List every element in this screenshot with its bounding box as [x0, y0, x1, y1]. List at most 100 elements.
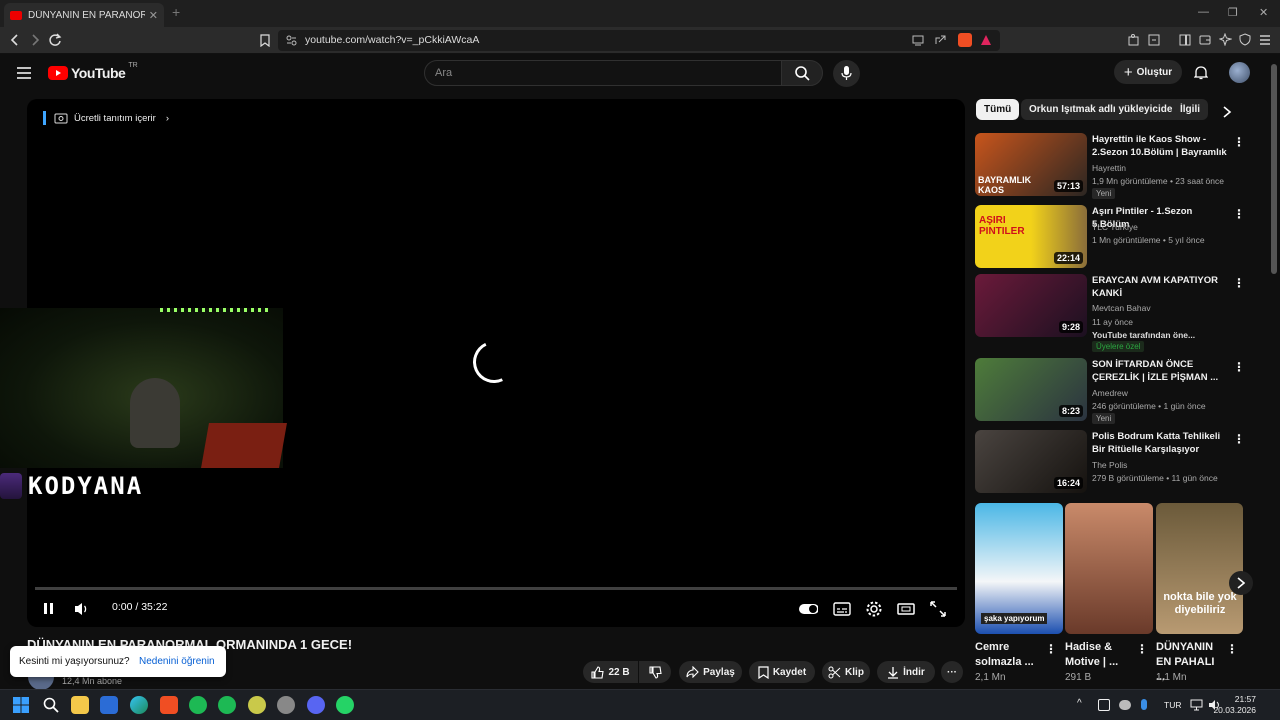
share-page-icon[interactable] [934, 34, 946, 46]
brave-icon[interactable] [160, 696, 178, 714]
browser-tab[interactable]: DÜNYANIN EN PARANORMAL O ✕ [4, 3, 164, 27]
new-tab-icon[interactable]: + [172, 4, 180, 20]
page-scrollbar[interactable] [1271, 64, 1277, 274]
youtube-logo[interactable]: YouTube TR [48, 62, 138, 81]
sidebar-toggle-icon[interactable] [1179, 34, 1191, 46]
search-button[interactable] [781, 60, 823, 86]
edge-icon[interactable] [130, 696, 148, 714]
tray-overflow-icon[interactable]: ^ [1077, 698, 1082, 709]
more-vertical-icon[interactable]: ⋮ [1233, 276, 1245, 290]
clip-button[interactable]: Klip [822, 661, 870, 683]
more-vertical-icon[interactable]: ⋮ [1226, 642, 1238, 656]
learn-why-link[interactable]: Nedenini öğrenin [139, 656, 215, 667]
short-thumbnail[interactable]: şaka yapıyorum [975, 503, 1063, 634]
vpn-shield-icon[interactable] [1239, 33, 1251, 46]
recommendation-card[interactable]: BAYRAMLIK KAOS 57:13 Hayrettin ile Kaos … [975, 133, 1265, 199]
video-title[interactable]: ERAYCAN AVM KAPATIYOR KANKİ [1092, 274, 1232, 300]
more-vertical-icon[interactable]: ⋮ [1233, 135, 1245, 149]
file-explorer-icon[interactable] [71, 696, 89, 714]
channel-name[interactable]: TLC Turkiye [1092, 222, 1138, 232]
microphone-tray-icon[interactable] [1141, 699, 1147, 710]
extensions-icon[interactable] [1128, 34, 1140, 46]
video-title[interactable]: Hayrettin ile Kaos Show - 2.Sezon 10.Böl… [1092, 133, 1232, 159]
forward-icon[interactable] [29, 34, 41, 46]
video-thumbnail[interactable]: BAYRAMLIK KAOS 57:13 [975, 133, 1087, 196]
minimize-icon[interactable]: — [1198, 6, 1209, 18]
dislike-button[interactable] [639, 661, 671, 683]
app-green-icon[interactable] [189, 696, 207, 714]
video-thumbnail[interactable]: 16:24 [975, 430, 1087, 493]
reload-icon[interactable] [48, 33, 62, 47]
channel-name[interactable]: Hayrettin [1092, 163, 1126, 173]
back-icon[interactable] [9, 34, 21, 46]
bookmark-icon[interactable] [260, 34, 270, 47]
more-actions-button[interactable]: ··· [941, 661, 963, 683]
site-info-icon[interactable] [286, 35, 297, 46]
language-indicator[interactable]: TUR [1164, 700, 1181, 710]
short-title[interactable]: Cemre solmazla ... [975, 640, 1045, 670]
cloud-icon[interactable] [1119, 700, 1131, 710]
brave-shield-icon[interactable] [958, 33, 972, 47]
recommendation-card[interactable]: 8:23 SON İFTARDAN ÖNCE ÇEREZLİK | İZLE P… [975, 358, 1265, 424]
address-bar[interactable]: youtube.com/watch?v=_pCkkiAWcaA [278, 30, 1000, 51]
video-title[interactable]: Polis Bodrum Katta Tehlikeli Bir Ritüell… [1092, 430, 1232, 456]
save-button[interactable]: Kaydet [749, 661, 815, 683]
close-window-icon[interactable]: ✕ [1259, 6, 1268, 19]
recommendation-card[interactable]: 9:28 ERAYCAN AVM KAPATIYOR KANKİ Mevtcan… [975, 274, 1265, 354]
autoplay-toggle-icon[interactable] [798, 599, 818, 619]
video-title[interactable]: SON İFTARDAN ÖNCE ÇEREZLİK | İZLE PİŞMAN… [1092, 358, 1232, 384]
fullscreen-icon[interactable] [928, 599, 948, 619]
user-avatar[interactable] [1229, 62, 1250, 83]
chip-related[interactable]: İlgili [1172, 99, 1208, 120]
more-vertical-icon[interactable]: ⋮ [1045, 642, 1057, 656]
video-thumbnail[interactable]: 9:28 [975, 274, 1087, 337]
volume-icon[interactable] [72, 599, 92, 619]
recommendation-card[interactable]: AŞIRI PINTILER 22:14 Aşırı Pintiler - 1.… [975, 205, 1265, 269]
paid-promotion-notice[interactable]: Ücretli tanıtım içerir › [43, 111, 169, 125]
app-yellow-icon[interactable] [248, 696, 266, 714]
hamburger-menu-icon[interactable] [17, 67, 31, 79]
create-button[interactable]: + Oluştur [1114, 60, 1182, 84]
wallet-icon[interactable] [1199, 34, 1211, 46]
search-icon[interactable] [43, 697, 59, 713]
recommendation-card[interactable]: 16:24 Polis Bodrum Katta Tehlikeli Bir R… [975, 430, 1265, 494]
chips-next-icon[interactable] [1222, 106, 1232, 118]
more-vertical-icon[interactable]: ⋮ [1136, 642, 1148, 656]
spotify-icon[interactable] [218, 696, 236, 714]
chip-uploader[interactable]: Orkun Işıtmak adlı yükleyiciden [1021, 99, 1187, 120]
more-vertical-icon[interactable]: ⋮ [1233, 207, 1245, 221]
channel-name[interactable]: Amedrew [1092, 388, 1128, 398]
menu-icon[interactable] [1259, 34, 1271, 46]
more-vertical-icon[interactable]: ⋮ [1233, 432, 1245, 446]
cast-icon[interactable] [912, 35, 924, 46]
system-clock[interactable]: 21:57 20.03.2026 [1213, 694, 1256, 716]
notifications-bell-icon[interactable] [1194, 65, 1208, 81]
windows-start-icon[interactable] [13, 697, 29, 713]
video-thumbnail[interactable]: 8:23 [975, 358, 1087, 421]
download-button[interactable]: İndir [877, 661, 935, 683]
voice-search-button[interactable] [833, 60, 860, 87]
short-title[interactable]: Hadise & Motive | ... [1065, 640, 1135, 670]
store-icon[interactable] [100, 696, 118, 714]
whatsapp-icon[interactable] [336, 696, 354, 714]
tab-search-icon[interactable] [1148, 34, 1160, 46]
close-tab-icon[interactable]: ✕ [149, 9, 158, 22]
search-input[interactable]: Ara [424, 60, 782, 86]
pause-icon[interactable] [39, 599, 59, 619]
theater-mode-icon[interactable] [896, 599, 916, 619]
channel-name[interactable]: Mevtcan Bahav [1092, 303, 1151, 313]
more-vertical-icon[interactable]: ⋮ [1233, 360, 1245, 374]
maximize-icon[interactable]: ❐ [1228, 6, 1238, 19]
short-thumbnail[interactable] [1065, 503, 1153, 634]
steam-icon[interactable] [277, 696, 295, 714]
network-icon[interactable] [1190, 699, 1203, 711]
leo-ai-icon[interactable] [1219, 33, 1232, 46]
tray-app-icon[interactable] [1098, 699, 1110, 711]
channel-name[interactable]: The Polis [1092, 460, 1127, 470]
chip-all[interactable]: Tümü [976, 99, 1020, 120]
discord-icon[interactable] [307, 696, 325, 714]
shorts-next-button[interactable] [1229, 571, 1253, 595]
progress-bar[interactable] [35, 587, 957, 590]
rewards-icon[interactable] [980, 34, 992, 46]
subtitles-icon[interactable] [832, 599, 852, 619]
